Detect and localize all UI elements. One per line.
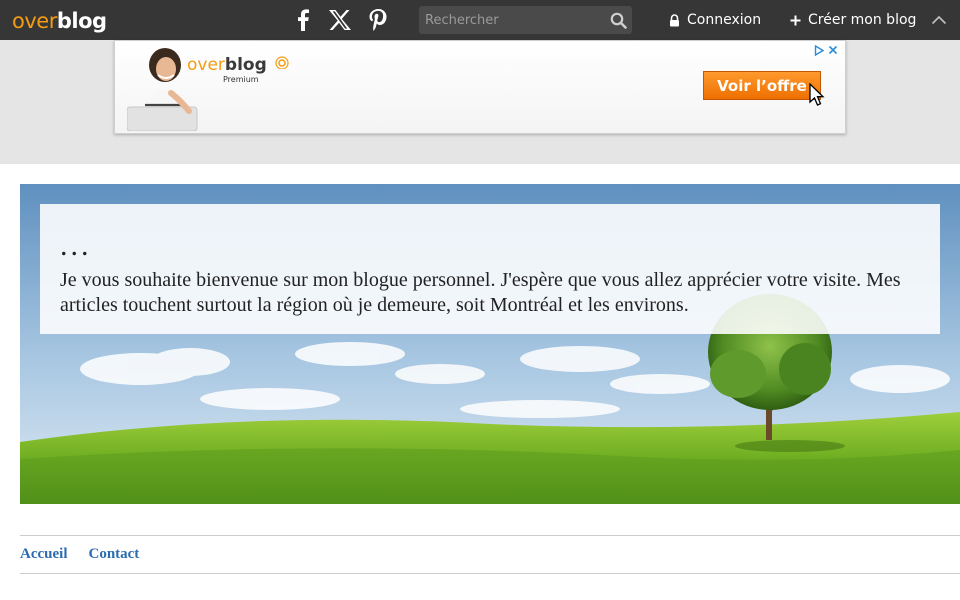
nav-item-contact[interactable]: Contact: [88, 546, 139, 563]
cursor-icon: [809, 83, 825, 106]
create-blog-button[interactable]: Créer mon blog: [790, 10, 916, 30]
ad-logo: overblog: [187, 55, 292, 75]
ad-subtitle: Premium: [223, 75, 259, 84]
advertisement-banner[interactable]: overblog Premium Voir l’offre: [114, 40, 846, 134]
x-twitter-icon[interactable]: [326, 6, 354, 34]
adchoices-icon[interactable]: [812, 43, 826, 57]
blog-title: ...: [60, 229, 92, 262]
chevron-up-icon[interactable]: [928, 10, 950, 30]
top-bar: overblog Connexion Créer mon blog: [0, 0, 960, 40]
pinterest-icon[interactable]: [364, 6, 392, 34]
header-banner: ... Je vous souhaite bienvenue sur mon b…: [20, 184, 960, 504]
ad-cta-button[interactable]: Voir l’offre: [703, 71, 821, 100]
search-input[interactable]: [419, 6, 604, 34]
blog-description: Je vous souhaite bienvenue sur mon blogu…: [60, 269, 901, 316]
search-icon[interactable]: [608, 10, 628, 30]
plus-icon: [790, 15, 801, 26]
logo-blog: blog: [56, 9, 107, 33]
search-box: [419, 6, 632, 34]
ad-logo-swirl-icon: [275, 56, 289, 70]
overblog-logo[interactable]: overblog: [12, 8, 107, 34]
ad-logo-over: over: [187, 55, 225, 75]
create-blog-label: Créer mon blog: [808, 12, 917, 28]
ad-band: overblog Premium Voir l’offre: [0, 40, 960, 164]
connexion-button[interactable]: Connexion: [669, 10, 761, 30]
ad-choices: [812, 43, 840, 57]
logo-over: over: [12, 9, 57, 33]
nav-item-accueil[interactable]: Accueil: [20, 546, 67, 563]
main-nav: Accueil Contact: [20, 535, 960, 574]
facebook-icon[interactable]: [289, 6, 317, 34]
blog-intro-box: ... Je vous souhaite bienvenue sur mon b…: [40, 204, 940, 334]
ad-close-icon[interactable]: [826, 43, 840, 57]
lock-icon: [669, 13, 680, 27]
ad-logo-blog: blog: [224, 55, 267, 75]
connexion-label: Connexion: [687, 12, 762, 28]
